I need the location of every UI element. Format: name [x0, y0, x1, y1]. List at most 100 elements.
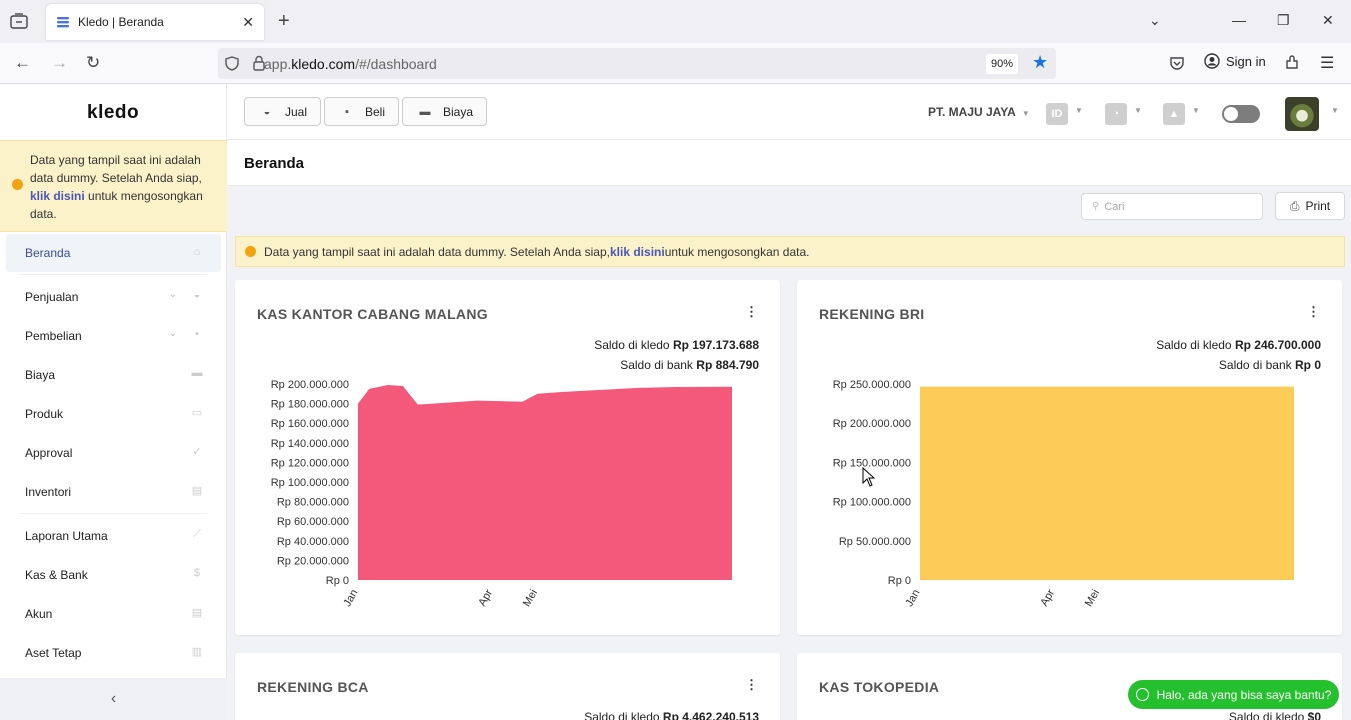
- sidebar-item-penjualan[interactable]: Penjualan ⌄ ◒: [0, 277, 227, 316]
- pocket-icon[interactable]: [1169, 55, 1185, 71]
- kledo-logo[interactable]: kledo: [87, 102, 139, 124]
- dollar-icon: $: [193, 567, 201, 579]
- search-input[interactable]: ⚲ Cari: [1081, 193, 1263, 220]
- zoom-level[interactable]: 90%: [986, 54, 1019, 74]
- series-area: [920, 386, 1294, 580]
- minimize-icon[interactable]: —: [1232, 12, 1246, 28]
- y-tick-label: Rp 100.000.000: [833, 497, 911, 509]
- x-tick-label: Apr: [1038, 587, 1057, 608]
- y-tick-label: Rp 20.000.000: [277, 555, 349, 567]
- extensions-icon[interactable]: [1284, 55, 1300, 71]
- browser-tab-strip: Kledo | Beranda ✕ + ⌄ — ❐ ✕: [0, 0, 1351, 43]
- y-tick-label: Rp 80.000.000: [277, 497, 349, 509]
- card-icon: ▬: [191, 367, 203, 379]
- sidebar-menu: Beranda ⌂ Penjualan ⌄ ◒ Pembelian ⌄ ▪ Bi…: [0, 234, 227, 672]
- browser-tab[interactable]: Kledo | Beranda ✕: [46, 4, 264, 40]
- account-card-rekening-bca: REKENING BCA ⋮ Saldo di kledo Rp 4.462.2…: [235, 653, 780, 720]
- sidebar-item-approval[interactable]: Approval ✓: [0, 433, 227, 472]
- hamburger-menu-icon[interactable]: ☰: [1320, 53, 1334, 73]
- tab-list-icon[interactable]: [10, 13, 28, 29]
- close-window-icon[interactable]: ✕: [1322, 12, 1334, 29]
- avatar[interactable]: [1285, 97, 1319, 131]
- sign-in-button[interactable]: Sign in: [1204, 53, 1266, 69]
- shield-icon[interactable]: [225, 56, 239, 71]
- restore-icon[interactable]: ❐: [1277, 12, 1290, 29]
- tab-overflow-chevron-icon[interactable]: ⌄: [1149, 12, 1161, 29]
- series-area: [358, 384, 732, 580]
- caret-down-icon: ▼: [1331, 106, 1339, 115]
- caret-down-icon: ▼: [1021, 109, 1030, 118]
- lock-icon[interactable]: [253, 55, 265, 71]
- y-tick-label: Rp 140.000.000: [271, 438, 349, 450]
- tab-title: Kledo | Beranda: [78, 15, 164, 29]
- building-icon: ▥: [191, 646, 203, 658]
- y-tick-label: Rp 50.000.000: [839, 536, 911, 548]
- theme-toggle[interactable]: [1222, 105, 1260, 123]
- sidebar-item-kas-bank[interactable]: Kas & Bank $: [0, 555, 227, 594]
- search-icon: ⚲: [1092, 201, 1100, 212]
- sidebar-item-laporan-utama[interactable]: Laporan Utama ⟋: [0, 516, 227, 555]
- clear-data-link[interactable]: klik disini: [610, 245, 665, 259]
- mouse-cursor-icon: [862, 467, 876, 487]
- sidebar-item-biaya[interactable]: Biaya ▬: [0, 355, 227, 394]
- url-bar[interactable]: app.kledo.com/#/dashboard 90% ★: [218, 48, 1056, 79]
- account-icon: [1204, 53, 1220, 69]
- new-tab-icon[interactable]: +: [278, 10, 290, 33]
- saldo-kledo: Saldo di kledo $0: [1228, 710, 1321, 720]
- reload-icon[interactable]: ↻: [86, 53, 100, 73]
- balance-area-chart: Rp 200.000.000 Rp 180.000.000 Rp 160.000.0…: [271, 379, 732, 609]
- sidebar-item-produk[interactable]: Produk ▭: [0, 394, 227, 433]
- x-tick-label: Apr: [476, 587, 495, 608]
- back-icon[interactable]: ←: [14, 53, 31, 73]
- dummy-data-banner: Data yang tampil saat ini adalah data du…: [235, 236, 1345, 267]
- company-selector[interactable]: PT. MAJU JAYA ▼: [928, 105, 1030, 119]
- page-header: Beranda: [227, 140, 1351, 186]
- y-tick-label: Rp 100.000.000: [271, 477, 349, 489]
- sidebar: kledo Data yang tampil saat ini adalah d…: [0, 84, 227, 720]
- clock-icon[interactable]: ◔: [1105, 103, 1127, 125]
- card-title: KAS TOKOPEDIA: [819, 679, 940, 695]
- clear-data-link[interactable]: klik disini: [30, 189, 85, 203]
- y-tick-label: Rp 0: [888, 575, 911, 587]
- more-options-icon[interactable]: ⋮: [745, 677, 758, 693]
- warning-dot-icon: [12, 179, 23, 190]
- url-text: app.kledo.com/#/dashboard: [264, 55, 437, 72]
- forward-icon[interactable]: →: [51, 53, 68, 73]
- x-tick-label: Mei: [1083, 588, 1102, 609]
- warning-dot-icon: [245, 246, 256, 257]
- sidebar-item-akun[interactable]: Akun ▤: [0, 594, 227, 633]
- sidebar-item-aset-tetap[interactable]: Aset Tetap ▥: [0, 633, 227, 672]
- browser-navbar: ← → ↻ app.kledo.com/#/dashboard 90% ★ Si…: [0, 43, 1351, 84]
- chevron-left-icon: ‹: [110, 690, 117, 707]
- biaya-button[interactable]: ▬ Biaya: [402, 97, 488, 126]
- sidebar-item-inventori[interactable]: Inventori ▤: [0, 472, 227, 511]
- bag-icon: ▪: [195, 328, 199, 340]
- check-icon: ✓: [192, 446, 202, 458]
- jual-button[interactable]: ◒ Jual: [244, 97, 322, 126]
- whatsapp-icon: [1135, 688, 1149, 701]
- y-tick-label: Rp 0: [326, 575, 349, 587]
- close-tab-icon[interactable]: ✕: [242, 14, 254, 31]
- print-button[interactable]: ⎙ Print: [1275, 192, 1345, 220]
- kledo-favicon-icon: [57, 17, 69, 28]
- account-card-rekening-bri: REKENING BRI ⋮ Saldo di kledo Rp 246.700…: [797, 280, 1342, 635]
- sidebar-item-beranda[interactable]: Beranda ⌂: [6, 234, 221, 272]
- ledger-icon: ▤: [191, 607, 203, 619]
- bookmark-star-icon[interactable]: ★: [1032, 52, 1048, 73]
- card-title: REKENING BCA: [257, 679, 369, 695]
- balance-area-chart: Rp 250.000.000Rp 200.000.000Rp 150.000.0…: [833, 379, 1294, 609]
- app-topbar: ◒ Jual ▪ Beli ▬ Biaya PT. MAJU JAYA ▼ ID …: [227, 84, 1351, 140]
- language-selector[interactable]: ID: [1046, 103, 1068, 125]
- sidebar-collapse-button[interactable]: ‹: [0, 678, 227, 720]
- beli-button[interactable]: ▪ Beli: [324, 97, 400, 126]
- chart-icon: ⟋: [193, 528, 201, 540]
- x-tick-label: Mei: [521, 588, 540, 609]
- saldo-kledo: Saldo di kledo Rp 4.462.240.513: [584, 710, 759, 720]
- whatsapp-help-button[interactable]: Halo, ada yang bisa saya bantu?: [1128, 680, 1339, 709]
- x-tick-label: Jan: [341, 588, 360, 609]
- bell-icon[interactable]: ▲: [1163, 103, 1185, 125]
- y-tick-label: Rp 180.000.000: [271, 399, 349, 411]
- box-icon: ▭: [191, 407, 203, 419]
- card-icon: ▬: [419, 105, 431, 118]
- sidebar-item-pembelian[interactable]: Pembelian ⌄ ▪: [0, 316, 227, 355]
